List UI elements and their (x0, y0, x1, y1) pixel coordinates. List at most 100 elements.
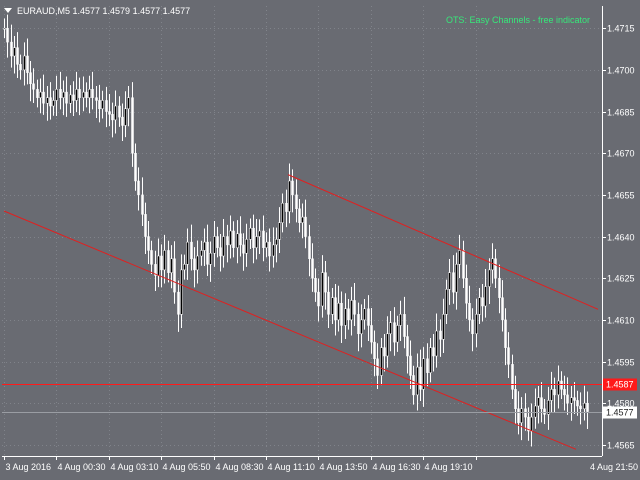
candle-body (570, 397, 573, 404)
candle-body (147, 236, 150, 251)
candle-body (484, 286, 487, 307)
candle-body (262, 230, 265, 248)
candle-body (190, 241, 193, 260)
candle-body (36, 89, 39, 98)
candle-body (245, 239, 248, 254)
price-tick-label: 1.4700 (607, 66, 635, 76)
time-tick-label: 4 Aug 03:10 (111, 462, 159, 472)
candle-body (216, 236, 219, 248)
candle-body (55, 89, 58, 101)
candle-body (157, 255, 160, 276)
candle-body (252, 227, 255, 248)
candle-body (517, 408, 520, 423)
candle-body (435, 330, 438, 357)
candle-body (137, 180, 140, 196)
candle-body (288, 180, 291, 212)
candle-body (114, 105, 117, 121)
candle-body (131, 97, 134, 154)
candle-body (363, 308, 366, 321)
candle-body (32, 83, 35, 90)
candle-body (19, 64, 22, 71)
candle-body (442, 314, 445, 340)
candle-body (124, 108, 127, 126)
candle-body (314, 277, 317, 293)
candle-body (439, 330, 442, 340)
candle-body (386, 333, 389, 357)
candle-body (88, 89, 91, 98)
candle-body (448, 272, 451, 290)
candle-body (507, 347, 510, 365)
candle-body (167, 250, 170, 273)
candle-body (389, 322, 392, 335)
candle-body (350, 300, 353, 321)
price-tick-label: 1.4670 (607, 149, 635, 159)
candle-body (530, 416, 533, 432)
candle-body (468, 302, 471, 321)
candle-body (331, 297, 334, 315)
candle-body (75, 89, 78, 101)
candle-body (59, 89, 62, 98)
candle-body (406, 336, 409, 357)
time-tick-label: 4 Aug 19:10 (425, 462, 473, 472)
candle-body (471, 319, 474, 335)
candle-body (576, 400, 579, 407)
candle-body (141, 194, 144, 215)
chart-header: EURAUD,M5 1.4577 1.4579 1.4577 1.4577 (4, 6, 190, 16)
time-tick-label: 4 Aug 13:50 (320, 462, 368, 472)
candle-body (203, 241, 206, 251)
candle-body (383, 347, 386, 357)
price-chart[interactable]: 1.4587 1.4577 1.4715 1.4700 1.4685 1.4670 1.4… (0, 0, 640, 480)
candle-body (478, 297, 481, 315)
candle-body (560, 380, 563, 390)
candle-body (3, 27, 6, 30)
candle-body (69, 94, 72, 104)
candle-body (337, 302, 340, 321)
candle-body (13, 47, 16, 57)
candle-body (344, 308, 347, 326)
candle-body (543, 408, 546, 415)
candle-body (465, 277, 468, 304)
price-tick-label: 1.4595 (607, 358, 635, 368)
candle-body (416, 366, 419, 396)
candle-body (127, 97, 130, 110)
indicator-label: OTS: Easy Channels - free indicator (446, 15, 590, 25)
candle-body (186, 241, 189, 265)
candle-body (481, 297, 484, 307)
candle-body (242, 244, 245, 254)
candle-body (324, 272, 327, 293)
candle-body (373, 341, 376, 360)
candle-body (321, 272, 324, 307)
price-tick-label: 1.4640 (607, 233, 635, 243)
candle-body (583, 402, 586, 410)
candle-body (121, 116, 124, 126)
price-tick-label: 1.4625 (607, 274, 635, 284)
candle-body (229, 230, 232, 246)
candle-body (367, 308, 370, 326)
candle-body (206, 241, 209, 265)
candle-body (579, 405, 582, 410)
candle-body (219, 247, 222, 257)
candle-body (445, 289, 448, 315)
candle-body (39, 91, 42, 98)
candle-body (111, 114, 114, 121)
candle-body (118, 105, 121, 118)
candle-body (10, 41, 13, 57)
candle-body (101, 100, 104, 110)
candle-body (281, 202, 284, 223)
candle-body (399, 314, 402, 326)
candle-body (462, 250, 465, 279)
price-tick-label: 1.4610 (607, 316, 635, 326)
candle-body (550, 389, 553, 401)
candle-body (488, 269, 491, 287)
candle-body (301, 216, 304, 223)
time-tick-label: 4 Aug 05:50 (163, 462, 211, 472)
candle-body (177, 291, 180, 315)
candle-body (537, 397, 540, 407)
candle-body (26, 55, 29, 73)
candle-body (144, 214, 147, 237)
candle-body (193, 258, 196, 271)
candle-body (65, 91, 68, 104)
candle-body (82, 91, 85, 98)
candle-body (393, 322, 396, 343)
candle-body (573, 397, 576, 401)
